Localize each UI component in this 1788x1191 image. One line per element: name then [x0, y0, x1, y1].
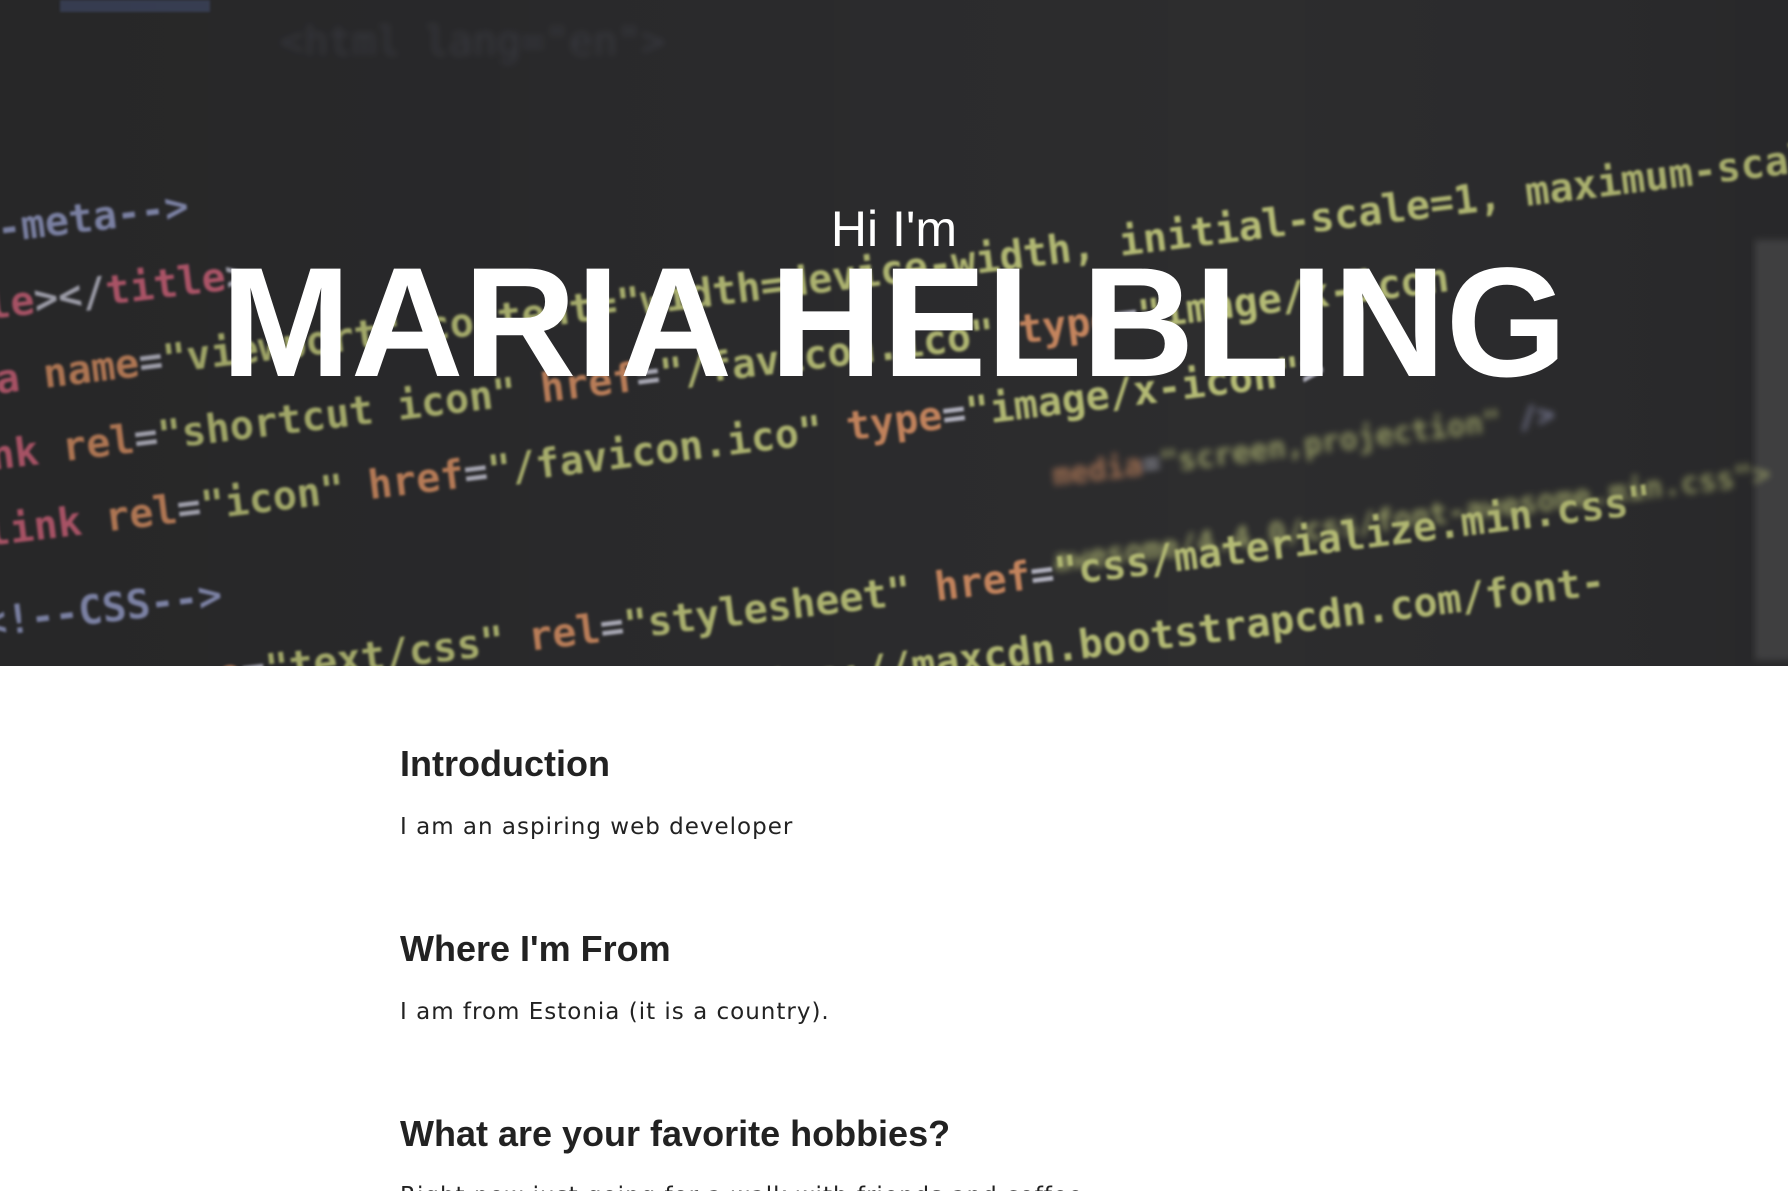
section-text: Right now just going for a walk with fri…	[400, 1155, 1400, 1191]
hobbies-section: What are your favorite hobbies? Right no…	[400, 1027, 1400, 1191]
section-heading: Introduction	[400, 743, 610, 784]
hero-name: MARIA HELBLING	[220, 236, 1568, 410]
introduction-section: Introduction I am an aspiring web develo…	[400, 666, 1400, 842]
section-text: I am an aspiring web developer	[400, 814, 794, 840]
section-text: I am from Estonia (it is a country).	[400, 999, 830, 1025]
where-from-section: Where I'm From I am from Estonia (it is …	[400, 842, 1400, 1027]
hero-banner: <html lang="en"> > --> <!--meta--> title…	[0, 0, 1788, 666]
page: <html lang="en"> > --> <!--meta--> title…	[0, 0, 1788, 1191]
main-content: Introduction I am an aspiring web develo…	[400, 666, 1400, 1191]
section-heading: What are your favorite hobbies?	[400, 1113, 951, 1154]
section-heading: Where I'm From	[400, 928, 671, 969]
